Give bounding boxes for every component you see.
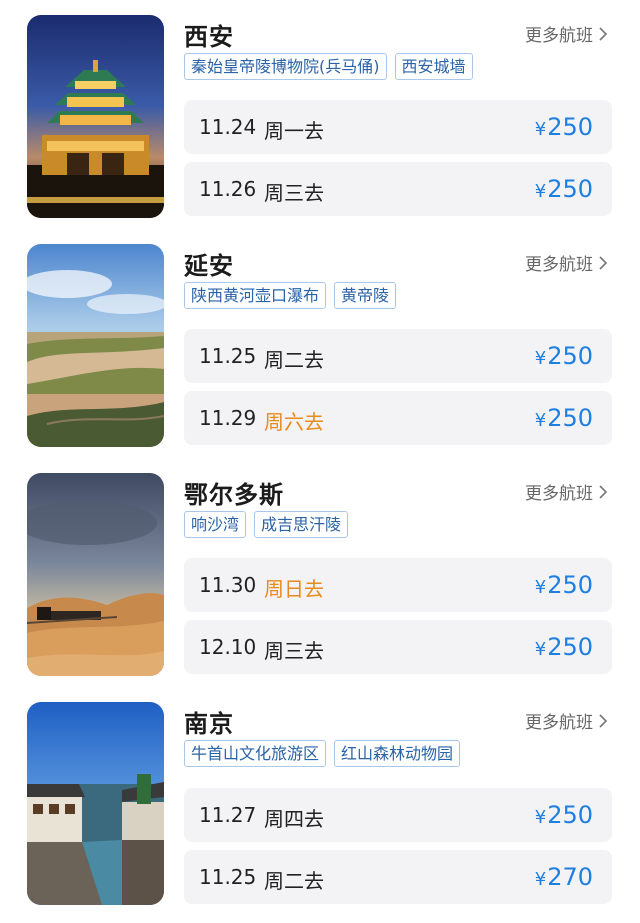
flight-weekday: 周二去	[264, 869, 324, 893]
chevron-right-icon	[599, 484, 608, 499]
flight-weekday: 周三去	[264, 639, 324, 663]
attraction-tag[interactable]: 响沙湾	[184, 511, 247, 538]
more-flights-label: 更多航班	[525, 255, 593, 275]
price-value: 250	[547, 633, 593, 661]
attraction-tag[interactable]: 秦始皇帝陵博物院(兵马俑)	[184, 53, 387, 80]
flight-date: 11.29	[199, 406, 257, 430]
flight-price: ¥250	[535, 113, 593, 141]
flight-price: ¥270	[535, 863, 593, 891]
xian-bell-tower-image[interactable]	[27, 15, 164, 218]
flight-option[interactable]: 11.27 周四去 ¥250	[184, 788, 612, 842]
price-value: 250	[547, 801, 593, 829]
flight-date: 12.10	[199, 635, 257, 659]
more-flights-link[interactable]: 更多航班	[525, 21, 608, 46]
flight-option[interactable]: 11.25 周二去 ¥250	[184, 329, 612, 383]
chevron-right-icon	[599, 255, 608, 270]
attraction-tags: 秦始皇帝陵博物院(兵马俑) 西安城墙	[184, 53, 473, 80]
currency-symbol: ¥	[534, 869, 547, 890]
city-name: 西安	[184, 23, 234, 51]
water-town-image[interactable]	[27, 702, 164, 905]
flight-date: 11.30	[199, 573, 257, 597]
flight-option[interactable]: 11.25 周二去 ¥270	[184, 850, 612, 904]
more-flights-label: 更多航班	[525, 484, 593, 504]
attraction-tag[interactable]: 西安城墙	[394, 53, 473, 80]
attraction-tag[interactable]: 成吉思汗陵	[254, 511, 349, 538]
price-value: 250	[547, 175, 593, 203]
flight-option[interactable]: 11.29 周六去 ¥250	[184, 391, 612, 445]
more-flights-label: 更多航班	[525, 26, 593, 46]
yellow-river-illustration	[27, 244, 164, 447]
price-value: 270	[547, 863, 593, 891]
attraction-tag[interactable]: 陕西黄河壶口瀑布	[184, 282, 327, 309]
flight-price: ¥250	[535, 175, 593, 203]
flight-weekday: 周三去	[264, 181, 324, 205]
xian-bell-tower-illustration	[27, 15, 164, 218]
flight-weekday: 周六去	[264, 410, 324, 434]
flight-option[interactable]: 11.30 周日去 ¥250	[184, 558, 612, 612]
desert-train-illustration	[27, 473, 164, 676]
currency-symbol: ¥	[534, 577, 547, 598]
flight-weekday: 周日去	[264, 577, 324, 601]
flight-date: 11.26	[199, 177, 257, 201]
destination-card-xian: 西安 更多航班 秦始皇帝陵博物院(兵马俑) 西安城墙 11.24 周一去 ¥25…	[0, 15, 640, 220]
more-flights-link[interactable]: 更多航班	[525, 479, 608, 504]
currency-symbol: ¥	[534, 348, 547, 369]
city-name: 南京	[184, 710, 234, 738]
currency-symbol: ¥	[534, 410, 547, 431]
destination-card-nanjing: 南京 更多航班 牛首山文化旅游区 红山森林动物园 11.27 周四去 ¥250 …	[0, 702, 640, 907]
more-flights-label: 更多航班	[525, 713, 593, 733]
currency-symbol: ¥	[534, 639, 547, 660]
desert-train-image[interactable]	[27, 473, 164, 676]
flight-price: ¥250	[535, 801, 593, 829]
flight-price: ¥250	[535, 342, 593, 370]
attraction-tags: 牛首山文化旅游区 红山森林动物园	[184, 740, 461, 767]
flight-date: 11.24	[199, 115, 257, 139]
city-name: 鄂尔多斯	[184, 481, 284, 509]
flight-weekday: 周二去	[264, 348, 324, 372]
yellow-river-image[interactable]	[27, 244, 164, 447]
flight-price: ¥250	[535, 404, 593, 432]
currency-symbol: ¥	[534, 119, 547, 140]
flight-option[interactable]: 12.10 周三去 ¥250	[184, 620, 612, 674]
flight-date: 11.25	[199, 344, 257, 368]
price-value: 250	[547, 571, 593, 599]
water-town-illustration	[27, 702, 164, 905]
more-flights-link[interactable]: 更多航班	[525, 250, 608, 275]
currency-symbol: ¥	[534, 807, 547, 828]
destination-card-ordos: 鄂尔多斯 更多航班 响沙湾 成吉思汗陵 11.30 周日去 ¥250 12.10…	[0, 473, 640, 678]
flight-weekday: 周四去	[264, 807, 324, 831]
flight-date: 11.25	[199, 865, 257, 889]
city-name: 延安	[184, 252, 234, 280]
price-value: 250	[547, 113, 593, 141]
more-flights-link[interactable]: 更多航班	[525, 708, 608, 733]
chevron-right-icon	[599, 713, 608, 728]
flight-price: ¥250	[535, 633, 593, 661]
destination-card-yanan: 延安 更多航班 陕西黄河壶口瀑布 黄帝陵 11.25 周二去 ¥250 11.2…	[0, 244, 640, 449]
flight-price: ¥250	[535, 571, 593, 599]
attraction-tag[interactable]: 红山森林动物园	[334, 740, 461, 767]
attraction-tags: 响沙湾 成吉思汗陵	[184, 511, 349, 538]
attraction-tag[interactable]: 黄帝陵	[334, 282, 397, 309]
flight-weekday: 周一去	[264, 119, 324, 143]
currency-symbol: ¥	[534, 181, 547, 202]
flight-option[interactable]: 11.26 周三去 ¥250	[184, 162, 612, 216]
price-value: 250	[547, 342, 593, 370]
attraction-tag[interactable]: 牛首山文化旅游区	[184, 740, 327, 767]
price-value: 250	[547, 404, 593, 432]
flight-date: 11.27	[199, 803, 257, 827]
flight-option[interactable]: 11.24 周一去 ¥250	[184, 100, 612, 154]
chevron-right-icon	[599, 26, 608, 41]
attraction-tags: 陕西黄河壶口瀑布 黄帝陵	[184, 282, 397, 309]
